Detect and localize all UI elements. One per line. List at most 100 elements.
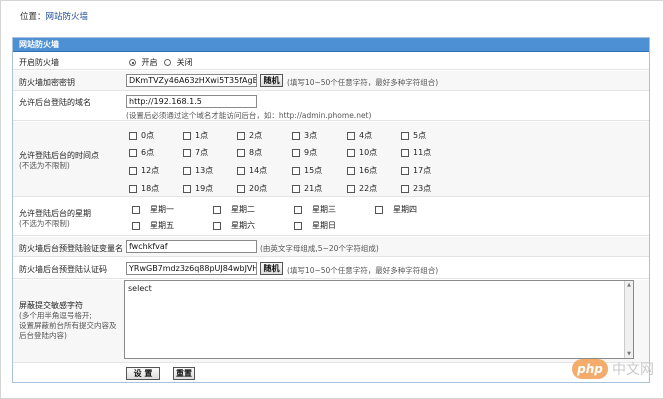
- hour-checkbox[interactable]: [347, 148, 355, 157]
- hour-checkbox-item[interactable]: 19点: [183, 183, 213, 194]
- hour-label: 4点: [359, 131, 373, 140]
- varname-hint: (由英文字母组成,5~20个字符组成): [260, 244, 379, 253]
- hour-checkbox-item[interactable]: 13点: [183, 165, 213, 176]
- hour-label: 13点: [195, 166, 214, 175]
- hour-checkbox[interactable]: [183, 184, 191, 193]
- secret-input[interactable]: DKmTVZy46A63zHXwi5T35fAgBdd(: [126, 74, 257, 87]
- weekday-label: 星期一: [150, 205, 174, 214]
- secret-hint: (填写10~50个任意字符，最好多种字符组合): [287, 78, 439, 87]
- weekday-checkbox-item[interactable]: 星期二: [213, 204, 255, 215]
- hour-checkbox[interactable]: [347, 166, 355, 175]
- hour-checkbox-item[interactable]: 6点: [129, 147, 154, 158]
- hour-label: 18点: [141, 184, 160, 193]
- row-hours: 允许登陆后台的时间点 (不选为不限制) 0点 1点 2点 3点 4点 5点 6点 7点 8点 9点…: [13, 122, 649, 197]
- scroll-down-icon[interactable]: ▼: [626, 351, 632, 357]
- hour-checkbox-item[interactable]: 14点: [237, 165, 267, 176]
- hour-checkbox-item[interactable]: 4点: [347, 130, 372, 141]
- hour-label: 2点: [249, 131, 263, 140]
- varname-label: 防火墙后台预登陆验证变量名: [19, 244, 123, 253]
- hour-checkbox-item[interactable]: 0点: [129, 130, 154, 141]
- domain-hint: (设置后必须通过这个域名才能访问后台，如：http://admin.phome.…: [126, 111, 372, 120]
- authcode-random-button[interactable]: 随机: [260, 262, 283, 275]
- textarea-scrollbar[interactable]: ▲ ▼: [624, 281, 633, 358]
- hour-checkbox-item[interactable]: 18点: [129, 183, 159, 194]
- hour-checkbox[interactable]: [401, 166, 409, 175]
- weekday-checkbox-item[interactable]: 星期五: [132, 220, 174, 231]
- hour-checkbox-item[interactable]: 1点: [183, 130, 208, 141]
- enable-on-radio[interactable]: [129, 59, 136, 66]
- hour-checkbox[interactable]: [129, 148, 137, 157]
- hour-label: 3点: [304, 131, 318, 140]
- weekday-checkbox[interactable]: [375, 205, 383, 214]
- hour-checkbox-item[interactable]: 10点: [347, 147, 377, 158]
- hour-checkbox[interactable]: [347, 184, 355, 193]
- weekdays-sub: (不选为不限制): [19, 219, 70, 228]
- breadcrumb-link[interactable]: 网站防火墙: [46, 12, 89, 22]
- weekday-checkbox[interactable]: [294, 221, 302, 230]
- words-textarea[interactable]: select ▲ ▼: [124, 280, 634, 359]
- hour-checkbox-item[interactable]: 2点: [237, 130, 262, 141]
- hour-checkbox-item[interactable]: 5点: [401, 130, 426, 141]
- hour-checkbox[interactable]: [401, 184, 409, 193]
- hour-checkbox-item[interactable]: 11点: [401, 147, 431, 158]
- hour-label: 19点: [195, 184, 214, 193]
- hour-checkbox[interactable]: [292, 131, 300, 140]
- enable-on-label: 开启: [141, 58, 158, 67]
- enable-off-radio[interactable]: [164, 59, 172, 66]
- hour-checkbox-item[interactable]: 3点: [292, 130, 317, 141]
- hour-checkbox-item[interactable]: 20点: [237, 183, 267, 194]
- hour-checkbox[interactable]: [237, 131, 245, 140]
- hour-checkbox-item[interactable]: 7点: [183, 147, 208, 158]
- hour-checkbox[interactable]: [183, 131, 191, 140]
- weekday-checkbox[interactable]: [132, 205, 140, 214]
- domain-input[interactable]: http://192.168.1.5: [126, 95, 257, 108]
- weekday-checkbox-item[interactable]: 星期一: [132, 204, 174, 215]
- hour-checkbox-item[interactable]: 21点: [292, 183, 322, 194]
- weekday-checkbox[interactable]: [294, 205, 302, 214]
- weekday-checkbox-item[interactable]: 星期六: [213, 220, 255, 231]
- hour-checkbox[interactable]: [292, 148, 300, 157]
- enable-off-label: 关闭: [176, 58, 193, 67]
- submit-button[interactable]: 设 置: [126, 367, 160, 380]
- hour-checkbox[interactable]: [401, 148, 409, 157]
- weekday-label: 星期五: [150, 221, 174, 230]
- authcode-input[interactable]: YRwGB7mdz3z6q88pUJ84wbJVH78(: [126, 262, 257, 275]
- hour-checkbox-item[interactable]: 8点: [237, 147, 262, 158]
- hour-checkbox-item[interactable]: 17点: [401, 165, 431, 176]
- row-enable: 开启防火墙 开启 关闭: [13, 53, 649, 70]
- hour-checkbox[interactable]: [237, 148, 245, 157]
- reset-button[interactable]: 重置: [173, 367, 195, 380]
- hour-checkbox[interactable]: [183, 166, 191, 175]
- hour-label: 22点: [359, 184, 378, 193]
- hour-label: 11点: [413, 148, 432, 157]
- hour-label: 14点: [249, 166, 268, 175]
- hour-checkbox[interactable]: [292, 166, 300, 175]
- hour-checkbox-item[interactable]: 23点: [401, 183, 431, 194]
- hour-checkbox-item[interactable]: 16点: [347, 165, 377, 176]
- hour-checkbox[interactable]: [292, 184, 300, 193]
- scroll-up-icon[interactable]: ▲: [626, 282, 632, 288]
- hour-checkbox[interactable]: [401, 131, 409, 140]
- hour-checkbox[interactable]: [129, 131, 137, 140]
- varname-input[interactable]: fwchkfvaf: [126, 240, 257, 253]
- secret-label: 防火墙加密密钥: [19, 78, 75, 87]
- hour-checkbox[interactable]: [347, 131, 355, 140]
- hour-checkbox-item[interactable]: 15点: [292, 165, 322, 176]
- hour-checkbox[interactable]: [237, 184, 245, 193]
- hour-checkbox-item[interactable]: 12点: [129, 165, 159, 176]
- hour-checkbox-item[interactable]: 22点: [347, 183, 377, 194]
- weekday-checkbox[interactable]: [132, 221, 140, 230]
- hour-checkbox[interactable]: [237, 166, 245, 175]
- hour-checkbox[interactable]: [129, 184, 137, 193]
- weekday-checkbox[interactable]: [213, 205, 221, 214]
- hour-label: 17点: [413, 166, 432, 175]
- secret-random-button[interactable]: 随机: [260, 74, 283, 87]
- weekday-checkbox-item[interactable]: 星期日: [294, 220, 336, 231]
- hour-checkbox-item[interactable]: 9点: [292, 147, 317, 158]
- hour-checkbox[interactable]: [183, 148, 191, 157]
- php-logo: php: [572, 359, 608, 379]
- weekday-checkbox[interactable]: [213, 221, 221, 230]
- weekday-checkbox-item[interactable]: 星期三: [294, 204, 336, 215]
- weekday-checkbox-item[interactable]: 星期四: [375, 204, 417, 215]
- hour-checkbox[interactable]: [129, 166, 137, 175]
